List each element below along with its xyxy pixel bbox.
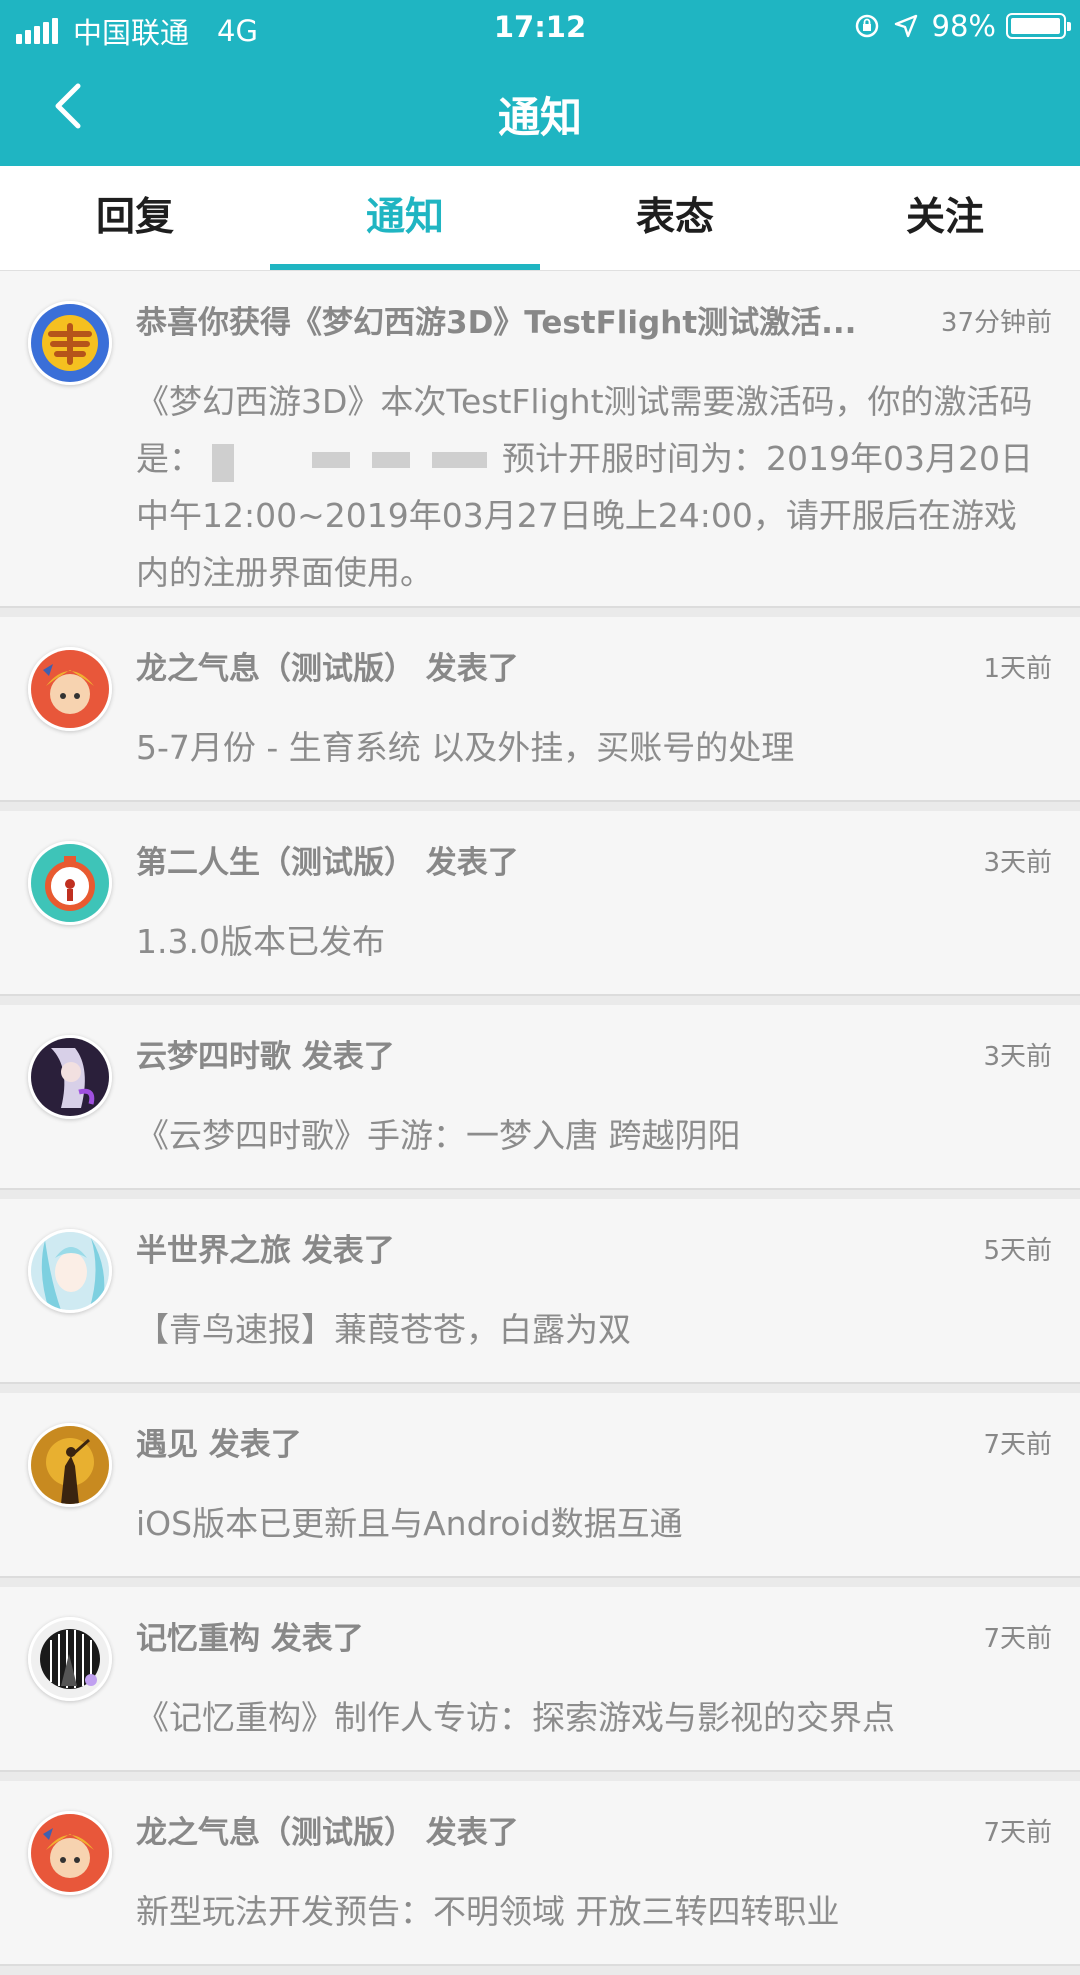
- notification-item[interactable]: 龙之气息（测试版） 发表了 7天前 新型玩法开发预告：不明领域 开放三转四转职业: [0, 1781, 1080, 1966]
- notification-title: 云梦四时歌 发表了: [136, 1039, 395, 1075]
- battery-percent: 98%: [931, 9, 996, 43]
- nav-bar: 通知: [0, 54, 1080, 166]
- second-life-game-icon: [28, 841, 112, 925]
- dragon-game-icon: [28, 647, 112, 731]
- notification-body: 【青鸟速报】蒹葭苍苍，白露为双: [136, 1310, 631, 1349]
- notification-time: 37分钟前: [940, 308, 1052, 338]
- notification-title: 龙之气息（测试版） 发表了: [136, 651, 519, 687]
- notification-title: 遇见 发表了: [136, 1427, 302, 1463]
- notification-title: 第二人生（测试版） 发表了: [136, 845, 519, 881]
- notification-item[interactable]: 恭喜你获得《梦幻西游3D》TestFlight测试激活... 37分钟前 《梦幻…: [0, 271, 1080, 608]
- notification-item[interactable]: 半世界之旅 发表了 5天前 【青鸟速报】蒹葭苍苍，白露为双: [0, 1199, 1080, 1384]
- notification-item[interactable]: 云梦四时歌 发表了 3天前 《云梦四时歌》手游：一梦入唐 跨越阴阳: [0, 1005, 1080, 1190]
- notification-item[interactable]: 龙之气息（测试版） 发表了 1天前 5-7月份 - 生育系统 以及外挂，买账号的…: [0, 617, 1080, 802]
- notification-body: 1.3.0版本已发布: [136, 922, 385, 961]
- notification-item[interactable]: 遇见 发表了 7天前 iOS版本已更新且与Android数据互通: [0, 1393, 1080, 1578]
- location-arrow-icon: [894, 14, 918, 38]
- tab-notification[interactable]: 通知: [270, 166, 540, 270]
- status-bar: 中国联通 4G 17:12 98%: [0, 0, 1080, 54]
- notification-time: 5天前: [983, 1236, 1052, 1266]
- page-title: 通知: [497, 93, 582, 142]
- notification-item[interactable]: 记忆重构 发表了 7天前 《记忆重构》制作人专访：探索游戏与影视的交界点: [0, 1587, 1080, 1772]
- notification-body: 《梦幻西游3D》本次TestFlight测试需要激活码，你的激活码是： 预计开服时…: [136, 382, 1033, 592]
- tab-reaction[interactable]: 表态: [540, 166, 810, 270]
- notification-list: 恭喜你获得《梦幻西游3D》TestFlight测试激活... 37分钟前 《梦幻…: [0, 271, 1080, 1975]
- yunmeng-game-icon: [28, 1035, 112, 1119]
- notification-body: iOS版本已更新且与Android数据互通: [136, 1504, 683, 1543]
- notification-time: 1天前: [983, 654, 1052, 684]
- notification-body: 《记忆重构》制作人专访：探索游戏与影视的交界点: [136, 1698, 895, 1737]
- notification-body: 《云梦四时歌》手游：一梦入唐 跨越阴阳: [136, 1116, 741, 1155]
- tab-bar: 回复 通知 表态 关注: [0, 166, 1080, 271]
- rotation-lock-icon: [854, 13, 880, 39]
- notification-item[interactable]: 第二人生（测试版） 发表了 3天前 1.3.0版本已发布: [0, 811, 1080, 996]
- tab-follow[interactable]: 关注: [810, 166, 1080, 270]
- top-bar: 中国联通 4G 17:12 98% 通知: [0, 0, 1080, 166]
- redacted-code: [202, 438, 502, 484]
- notification-time: 3天前: [983, 1042, 1052, 1072]
- battery-icon: [1006, 13, 1071, 39]
- notification-title: 半世界之旅 发表了: [136, 1233, 395, 1269]
- notification-time: 7天前: [983, 1624, 1052, 1654]
- notification-title: 龙之气息（测试版） 发表了: [136, 1815, 519, 1851]
- notification-title: 记忆重构 发表了: [136, 1621, 364, 1657]
- notification-time: 7天前: [983, 1430, 1052, 1460]
- tab-reply[interactable]: 回复: [0, 166, 270, 270]
- notification-time: 7天前: [983, 1818, 1052, 1848]
- meet-game-icon: [28, 1423, 112, 1507]
- notification-body: 新型玩法开发预告：不明领域 开放三转四转职业: [136, 1892, 840, 1931]
- notification-title: 恭喜你获得《梦幻西游3D》TestFlight测试激活...: [136, 305, 857, 341]
- notification-body: 5-7月份 - 生育系统 以及外挂，买账号的处理: [136, 728, 795, 767]
- notification-time: 3天前: [983, 848, 1052, 878]
- menghuan-game-icon: [28, 301, 112, 385]
- half-world-game-icon: [28, 1229, 112, 1313]
- memory-game-icon: [28, 1617, 112, 1701]
- dragon-game-icon: [28, 1811, 112, 1895]
